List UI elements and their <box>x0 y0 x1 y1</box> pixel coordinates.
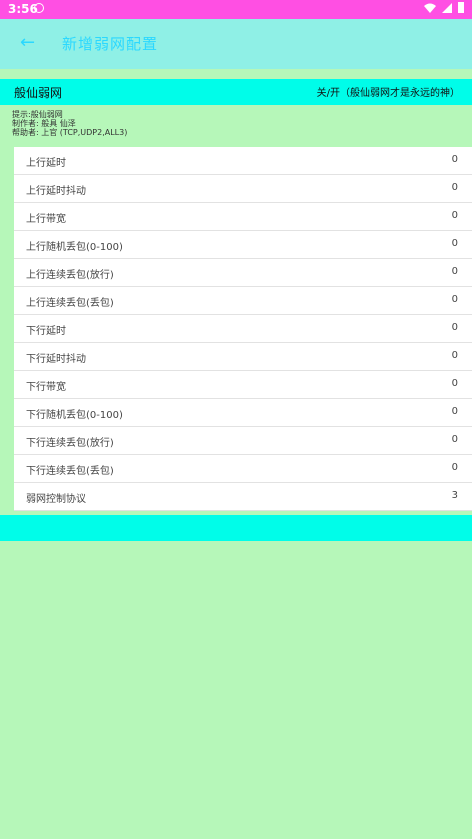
settings-list: 上行延时 0 上行延时抖动 0 上行带宽 0 上行随机丢包(0-100) 0 上行连续丢… <box>14 147 472 511</box>
setting-value: 0 <box>451 266 458 277</box>
setting-value: 0 <box>451 378 458 389</box>
setting-label: 下行延时 <box>26 326 66 337</box>
status-bar: 3:56 <box>0 0 472 19</box>
signal-icon <box>442 2 452 13</box>
bottom-action-bar[interactable] <box>0 515 472 541</box>
header-toggle-label[interactable]: 关/开（般仙弱网才是永远的神） <box>317 84 460 99</box>
setting-row[interactable]: 上行延时抖动 0 <box>14 175 472 203</box>
app-bar: ← 新增弱网配置 <box>0 19 472 69</box>
battery-icon <box>458 2 464 13</box>
page-title: 新增弱网配置 <box>62 35 159 53</box>
info-helper: 帮助者: 上官 (TCP,UDP2,ALL3) <box>12 128 128 137</box>
setting-label: 下行连续丢包(丢包) <box>26 466 114 477</box>
setting-row[interactable]: 上行连续丢包(放行) 0 <box>14 259 472 287</box>
setting-value: 0 <box>451 434 458 445</box>
setting-label: 上行连续丢包(丢包) <box>26 298 114 309</box>
setting-value: 0 <box>451 238 458 249</box>
notification-icon <box>34 3 44 13</box>
setting-row[interactable]: 上行带宽 0 <box>14 203 472 231</box>
setting-value: 0 <box>451 322 458 333</box>
setting-value: 0 <box>451 406 458 417</box>
setting-label: 上行带宽 <box>26 214 66 225</box>
setting-row[interactable]: 下行延时 0 <box>14 315 472 343</box>
setting-row[interactable]: 下行连续丢包(放行) 0 <box>14 427 472 455</box>
setting-value: 0 <box>451 154 458 165</box>
setting-label: 上行延时抖动 <box>26 186 86 197</box>
setting-label: 弱网控制协议 <box>26 494 86 505</box>
wifi-icon <box>424 3 436 13</box>
setting-row[interactable]: 弱网控制协议 3 <box>14 483 472 511</box>
setting-value: 0 <box>451 462 458 473</box>
setting-value: 0 <box>451 182 458 193</box>
setting-value: 0 <box>451 294 458 305</box>
setting-value: 0 <box>451 210 458 221</box>
setting-label: 上行随机丢包(0-100) <box>26 242 123 253</box>
setting-row[interactable]: 下行带宽 0 <box>14 371 472 399</box>
setting-label: 下行随机丢包(0-100) <box>26 410 123 421</box>
setting-row[interactable]: 上行连续丢包(丢包) 0 <box>14 287 472 315</box>
setting-label: 下行连续丢包(放行) <box>26 438 114 449</box>
header-label: 般仙弱网 <box>14 86 63 100</box>
setting-value: 3 <box>451 490 458 501</box>
status-icons <box>424 2 464 13</box>
info-hint: 提示:般仙弱网 <box>12 110 63 119</box>
setting-label: 上行连续丢包(放行) <box>26 270 114 281</box>
setting-value: 0 <box>451 350 458 361</box>
setting-label: 上行延时 <box>26 158 66 169</box>
info-block: 提示:般仙弱网 制作者: 般具 仙泽 帮助者: 上官 (TCP,UDP2,ALL… <box>12 110 312 137</box>
weak-network-toggle-header[interactable]: 般仙弱网 关/开（般仙弱网才是永远的神） <box>0 79 472 105</box>
setting-row[interactable]: 上行随机丢包(0-100) 0 <box>14 231 472 259</box>
setting-row[interactable]: 下行连续丢包(丢包) 0 <box>14 455 472 483</box>
setting-row[interactable]: 上行延时 0 <box>14 147 472 175</box>
setting-row[interactable]: 下行延时抖动 0 <box>14 343 472 371</box>
info-author: 制作者: 般具 仙泽 <box>12 119 76 128</box>
setting-label: 下行带宽 <box>26 382 66 393</box>
setting-row[interactable]: 下行随机丢包(0-100) 0 <box>14 399 472 427</box>
back-arrow-icon[interactable]: ← <box>20 32 35 53</box>
setting-label: 下行延时抖动 <box>26 354 86 365</box>
